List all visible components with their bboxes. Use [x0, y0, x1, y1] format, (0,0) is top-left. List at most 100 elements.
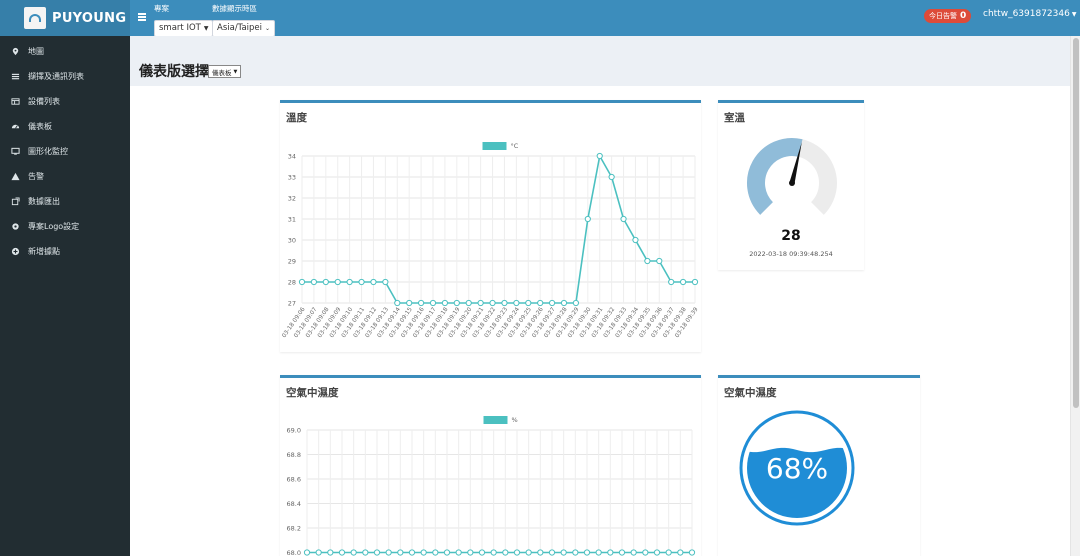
data-point	[583, 549, 591, 556]
data-point	[688, 549, 696, 556]
data-point	[691, 278, 699, 286]
y-tick-label: 30	[288, 237, 296, 245]
room-temp-value: 28	[781, 228, 801, 244]
sidebar-item-monitor[interactable]: 圖形化監控	[0, 139, 130, 164]
data-point	[642, 549, 649, 556]
legend-label: %	[512, 416, 518, 424]
content-header: 儀表版選擇 儀表板 ▼	[130, 36, 1070, 86]
caret-down-icon: ▼	[233, 68, 238, 75]
data-point	[420, 549, 427, 556]
room-temp-timestamp: 2022-03-18 09:39:48.254	[749, 250, 833, 258]
data-point	[537, 549, 544, 556]
data-point	[310, 278, 318, 286]
sidebar-item-label: 專案Logo設定	[28, 222, 80, 231]
data-point	[406, 299, 413, 307]
data-point	[513, 549, 521, 556]
monitor-icon	[10, 147, 20, 157]
data-point	[548, 299, 556, 307]
data-point	[327, 549, 334, 556]
data-point	[394, 299, 401, 307]
top-navbar: PUYOUNG 專案 smart IOT ▼ 數據顯示時區 Asia/Taipei…	[0, 0, 1080, 37]
sidebar-item-alarm[interactable]: 告警	[0, 164, 130, 189]
timezone-label: 數據顯示時區	[212, 4, 257, 13]
data-point	[668, 278, 675, 286]
data-point	[455, 549, 462, 556]
legend-swatch	[483, 416, 508, 424]
project-select-value: smart IOT	[159, 23, 201, 33]
data-point	[596, 152, 603, 160]
data-point	[358, 278, 365, 286]
data-point	[338, 549, 346, 556]
data-point	[362, 549, 369, 556]
data-point	[501, 299, 508, 307]
data-point	[665, 549, 672, 556]
y-tick-label: 31	[288, 216, 296, 224]
data-point	[443, 549, 451, 556]
legend-label: °C	[511, 142, 519, 150]
timezone-select[interactable]: Asia/Taipei ⌄	[212, 19, 276, 37]
data-point	[537, 299, 544, 307]
gauge-needle-hub	[789, 180, 795, 186]
sidebar-item-map[interactable]: 地圖	[0, 39, 130, 64]
sidebar-item-dashboard[interactable]: 儀表板	[0, 114, 130, 139]
humidity-line-chart: 69.068.868.668.468.268.067.8%	[287, 416, 696, 556]
sidebar-item-label: 擷擇及通訊列表	[28, 72, 84, 81]
page-title: 儀表版選擇	[139, 64, 209, 80]
gear-icon	[10, 222, 20, 232]
room-temp-gauge-box: 室溫 28 2022-03-18 09:39:48.254	[718, 100, 864, 270]
sidebar-item-list[interactable]: 擷擇及通訊列表	[0, 64, 130, 89]
scrollbar-thumb[interactable]	[1073, 38, 1079, 408]
y-tick-label: 68.4	[287, 500, 301, 508]
sidebar-item-export[interactable]: 數據匯出	[0, 189, 130, 214]
user-menu[interactable]: chttw_6391872346 ▼	[983, 9, 1076, 19]
sidebar-item-label: 圖形化監控	[28, 147, 68, 156]
data-point	[453, 299, 460, 307]
y-tick-label: 34	[288, 153, 296, 161]
data-point	[417, 299, 425, 307]
y-tick-label: 32	[288, 195, 296, 203]
data-point	[441, 299, 449, 307]
alarm-count: 0	[960, 11, 967, 21]
sidebar-item-label: 新增據點	[28, 247, 60, 256]
project-select[interactable]: smart IOT ▼	[154, 19, 214, 37]
data-point	[490, 549, 497, 556]
data-point	[322, 278, 329, 286]
page-scrollbar[interactable]	[1070, 36, 1080, 556]
humidity-gauge-box: 空氣中濕度 68%	[718, 375, 920, 556]
data-point	[618, 549, 626, 556]
humidity-gauge-value: 68%	[766, 452, 828, 485]
data-point	[677, 549, 684, 556]
data-point	[432, 549, 439, 556]
data-point	[513, 299, 520, 307]
data-point	[560, 299, 568, 307]
sidebar: 地圖 擷擇及通訊列表 設備列表 儀表板 圖形化監控 告警 數據匯出 專案Logo…	[0, 36, 130, 556]
y-tick-label: 33	[288, 174, 296, 182]
project-label: 專案	[154, 4, 169, 13]
data-point	[607, 549, 614, 556]
y-tick-label: 68.2	[287, 525, 301, 533]
project-selector: 專案 smart IOT ▼	[154, 3, 214, 37]
sidebar-item-add-site[interactable]: 新增據點	[0, 239, 130, 264]
sidebar-item-logo-settings[interactable]: 專案Logo設定	[0, 214, 130, 239]
y-tick-label: 68.0	[287, 549, 301, 556]
menu-toggle-icon[interactable]	[138, 13, 146, 21]
data-point	[572, 549, 579, 556]
temperature-chart-box: 溫度 34 33 32 31 30 29 28 27 °C 03-18 09:06 03-18 09…	[280, 100, 701, 352]
data-point	[525, 549, 532, 556]
today-alarm-badge[interactable]: 今日告警 0	[924, 9, 972, 23]
alarm-label: 今日告警	[929, 12, 957, 20]
data-point	[630, 549, 637, 556]
caret-down-icon: ▼	[203, 24, 209, 32]
data-point	[408, 549, 416, 556]
data-point	[385, 549, 392, 556]
table-icon	[10, 97, 20, 107]
data-point	[548, 549, 556, 556]
data-point	[382, 278, 389, 286]
data-point	[644, 257, 651, 265]
dashboard-select[interactable]: 儀表板 ▼	[208, 65, 242, 78]
data-point	[632, 236, 639, 244]
brand-logo[interactable]: PUYOUNG	[0, 0, 130, 36]
main-content: 儀表版選擇 儀表板 ▼ 溫度 34 33 32 31 30 29 28 27 °C 03-18 09…	[130, 36, 1070, 556]
data-point	[656, 257, 663, 265]
sidebar-item-devices[interactable]: 設備列表	[0, 89, 130, 114]
